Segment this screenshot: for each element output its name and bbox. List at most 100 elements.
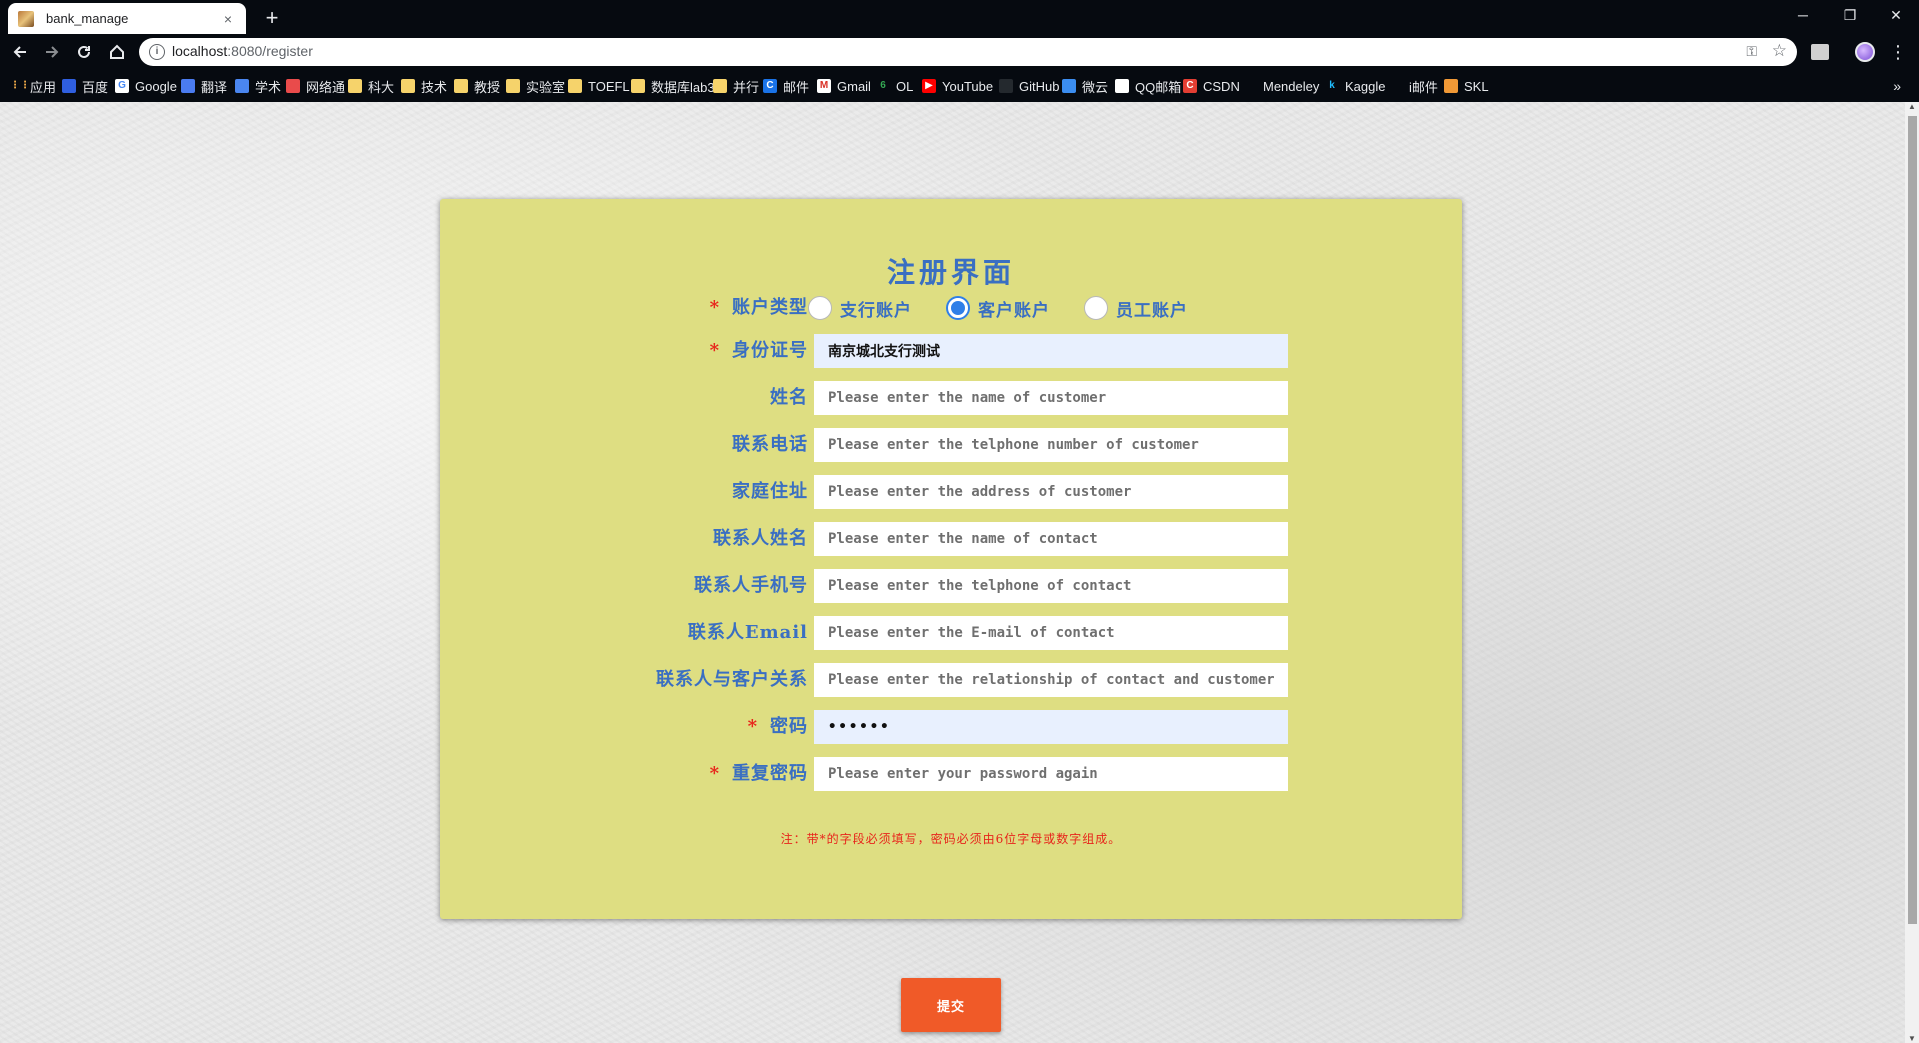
restore-window-button[interactable]: ❐	[1827, 0, 1873, 30]
relationship-label: 联系人与客户关系	[656, 669, 808, 690]
bookmark-item[interactable]: GitHub	[999, 70, 1059, 102]
scroll-up-arrow-icon[interactable]: ▲	[1907, 102, 1917, 111]
back-arrow-icon	[13, 46, 26, 58]
browser-menu-icon[interactable]: ⋮	[1889, 40, 1907, 64]
reload-button[interactable]	[70, 38, 98, 66]
bookmark-item[interactable]: 技术	[401, 70, 447, 102]
contact-name-input[interactable]	[814, 522, 1288, 556]
account-type-label: * 账户类型	[709, 297, 808, 318]
bookmark-item[interactable]: 网络通	[286, 70, 345, 102]
bookmark-item[interactable]: ▶ YouTube	[922, 70, 993, 102]
radio-label: 支行账户	[840, 300, 912, 321]
contact-name-label: 联系人姓名	[713, 528, 808, 549]
bookmark-item[interactable]: 翻译	[181, 70, 227, 102]
vertical-scrollbar[interactable]: ▲ ▼	[1905, 102, 1919, 1043]
folder-icon	[506, 79, 520, 93]
address-bar[interactable]: i localhost:8080/register ⚿ ☆	[139, 38, 1797, 66]
bookmark-item[interactable]: TOEFL	[568, 70, 630, 102]
bookmark-item[interactable]: QQ邮箱	[1115, 70, 1181, 102]
youtube-icon: ▶	[922, 79, 936, 93]
contact-email-input[interactable]	[814, 616, 1288, 650]
github-icon	[999, 79, 1013, 93]
back-button[interactable]	[6, 38, 34, 66]
bookmark-label: 并行	[733, 79, 760, 95]
bookmark-item[interactable]: 百度	[62, 70, 108, 102]
ol-icon: 6	[880, 80, 886, 91]
radio-circle-icon[interactable]	[1084, 296, 1108, 320]
name-label: 姓名	[770, 387, 808, 408]
bookmark-item[interactable]: 并行	[713, 70, 759, 102]
bookmark-label: YouTube	[942, 78, 994, 94]
contact-phone-row: 联系人手机号	[440, 569, 1462, 603]
bookmark-item[interactable]: 科大	[348, 70, 394, 102]
id-number-input[interactable]	[814, 334, 1288, 368]
password-input[interactable]	[814, 710, 1288, 744]
radio-circle-selected-icon[interactable]	[946, 296, 970, 320]
close-window-button[interactable]: ✕	[1873, 0, 1919, 30]
browser-toolbar: i localhost:8080/register ⚿ ☆ ⋮	[0, 34, 1919, 70]
bookmark-item[interactable]: SKL	[1444, 70, 1489, 102]
account-type-row: * 账户类型 支行账户 客户账户 员工账户	[440, 291, 1462, 325]
bookmark-item[interactable]: Mendeley	[1243, 70, 1319, 102]
contact-name-row: 联系人姓名	[440, 522, 1462, 556]
bookmark-label: SKL	[1464, 78, 1489, 94]
name-input[interactable]	[814, 381, 1288, 415]
radio-circle-icon[interactable]	[808, 296, 832, 320]
relationship-row: 联系人与客户关系	[440, 663, 1462, 697]
bookmark-item[interactable]: i邮件	[1389, 70, 1438, 102]
bookmark-item[interactable]: C CSDN	[1183, 70, 1240, 102]
bookmark-label: 应用	[30, 79, 57, 95]
bookmark-item[interactable]: 6 OL	[876, 70, 913, 102]
radio-branch-account[interactable]: 支行账户	[808, 296, 912, 321]
forward-button[interactable]	[38, 38, 66, 66]
qqmail-icon	[1115, 79, 1129, 93]
new-tab-button[interactable]: +	[258, 4, 286, 32]
page-title: 注册界面	[886, 256, 1015, 289]
bookmark-item[interactable]: C 邮件	[763, 70, 809, 102]
extension-icon[interactable]	[1811, 44, 1829, 60]
scrollbar-thumb[interactable]	[1908, 116, 1917, 924]
bookmark-label: Mendeley	[1263, 78, 1320, 94]
name-row: 姓名	[440, 381, 1462, 415]
bookmark-item[interactable]: G Google	[115, 70, 177, 102]
bookmark-item[interactable]: ⋮⋮ 应用	[10, 70, 56, 102]
bookmark-item[interactable]: M Gmail	[817, 70, 871, 102]
page-favicon-icon	[18, 10, 34, 27]
tab-title: bank_manage	[46, 11, 129, 26]
repeat-password-input[interactable]	[814, 757, 1288, 791]
profile-avatar-icon[interactable]	[1855, 42, 1875, 62]
bookmark-item[interactable]: 学术	[235, 70, 281, 102]
password-key-icon[interactable]: ⚿	[1746, 43, 1757, 60]
url-text: localhost:8080/register	[172, 43, 313, 59]
apple-icon	[1389, 79, 1403, 93]
register-form-card: 注册界面 * 账户类型 支行账户 客户账户 员工账户 * 身份证号 南京城北支行…	[440, 199, 1462, 919]
phone-input[interactable]	[814, 428, 1288, 462]
radio-label: 员工账户	[1116, 300, 1188, 321]
site-info-icon[interactable]: i	[149, 44, 165, 60]
relationship-input[interactable]	[814, 663, 1288, 697]
gmail-icon: M	[817, 79, 831, 93]
bookmark-star-icon[interactable]: ☆	[1772, 41, 1787, 61]
bookmark-item[interactable]: 教授	[454, 70, 500, 102]
bookmark-label: 邮件	[783, 79, 810, 95]
bookmark-item[interactable]: 实验室	[506, 70, 565, 102]
contact-phone-input[interactable]	[814, 569, 1288, 603]
bookmark-item[interactable]: 微云	[1062, 70, 1108, 102]
radio-employee-account[interactable]: 员工账户	[1084, 296, 1188, 321]
bookmark-item[interactable]: 数据库lab3	[631, 70, 715, 102]
submit-button[interactable]: 提交	[901, 978, 1001, 1032]
scroll-down-arrow-icon[interactable]: ▼	[1907, 1034, 1917, 1043]
home-button[interactable]	[103, 38, 131, 66]
bookmark-item[interactable]: k Kaggle	[1325, 70, 1385, 102]
home-icon	[110, 44, 124, 59]
bookmark-label: TOEFL	[588, 78, 630, 94]
bookmarks-overflow-button[interactable]: »	[1893, 70, 1901, 102]
tab-close-icon[interactable]: ×	[220, 11, 236, 27]
bookmark-label: 数据库lab3	[651, 79, 715, 95]
minimize-window-button[interactable]: ─	[1780, 0, 1826, 30]
radio-customer-account[interactable]: 客户账户	[946, 296, 1050, 321]
active-tab[interactable]: bank_manage ×	[8, 3, 246, 34]
google-icon: G	[115, 79, 129, 93]
apps-grid-icon: ⋮⋮	[10, 80, 30, 91]
address-input[interactable]	[814, 475, 1288, 509]
